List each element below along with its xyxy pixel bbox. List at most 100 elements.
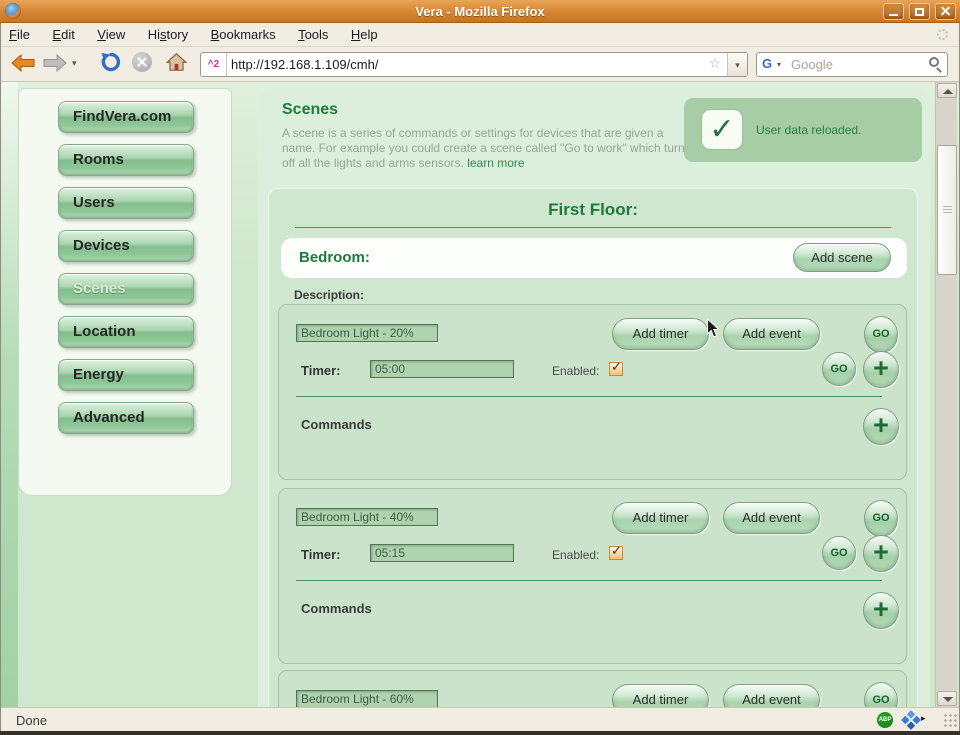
sidebar-item-energy[interactable]: Energy bbox=[58, 359, 194, 391]
timer-label: Timer: bbox=[301, 363, 341, 378]
search-engine-dropdown[interactable]: ▾ bbox=[777, 60, 781, 69]
window-title: Vera - Mozilla Firefox bbox=[0, 4, 960, 19]
add-command-plus-button[interactable]: + bbox=[863, 592, 899, 629]
go-button[interactable]: GO bbox=[864, 316, 898, 353]
commands-label: Commands bbox=[301, 601, 372, 616]
add-timer-button[interactable]: Add timer bbox=[612, 318, 709, 350]
google-logo-icon: G bbox=[762, 56, 772, 71]
sidebar-item-scenes[interactable]: Scenes bbox=[58, 273, 194, 305]
sidebar-item-location[interactable]: Location bbox=[58, 316, 194, 348]
sidebar-item-rooms[interactable]: Rooms bbox=[58, 144, 194, 176]
scroll-down-icon bbox=[943, 697, 953, 702]
window-left-border bbox=[0, 23, 1, 731]
enabled-checkbox[interactable]: ✓ bbox=[609, 546, 623, 560]
title-bar: Vera - Mozilla Firefox bbox=[0, 0, 960, 23]
sidebar-item-advanced[interactable]: Advanced bbox=[58, 402, 194, 434]
checkmark-icon: ✓ bbox=[611, 543, 622, 559]
vertical-scrollbar[interactable] bbox=[935, 82, 957, 707]
menu-edit[interactable]: Edit bbox=[43, 23, 83, 47]
timer-input[interactable] bbox=[370, 544, 514, 562]
url-dropdown-button[interactable]: ▾ bbox=[727, 53, 747, 76]
search-icon[interactable] bbox=[929, 57, 939, 67]
add-timer-plus-button[interactable]: + bbox=[863, 351, 899, 388]
page-title: Scenes bbox=[282, 101, 338, 119]
site-favicon: ^2 bbox=[201, 53, 227, 76]
enabled-label: Enabled: bbox=[552, 364, 599, 378]
menu-bar: File Edit View History Bookmarks Tools H… bbox=[0, 23, 960, 47]
add-event-button[interactable]: Add event bbox=[723, 502, 820, 534]
forward-button[interactable] bbox=[42, 53, 68, 73]
minimize-icon bbox=[889, 14, 898, 16]
add-command-plus-button[interactable]: + bbox=[863, 408, 899, 445]
timer-go-button[interactable]: GO bbox=[822, 536, 856, 570]
page-description: A scene is a series of commands or setti… bbox=[282, 126, 700, 171]
browser-window: { "window": { "title": "Vera - Mozilla F… bbox=[0, 0, 960, 735]
window-resize-grip[interactable] bbox=[943, 713, 957, 727]
timer-input[interactable] bbox=[370, 360, 514, 378]
add-timer-plus-button[interactable]: + bbox=[863, 535, 899, 572]
extension-menu-arrow[interactable]: ▸ bbox=[921, 713, 926, 724]
sidebar-item-findvera[interactable]: FindVera.com bbox=[58, 101, 194, 133]
home-button[interactable] bbox=[166, 52, 187, 72]
floor-divider bbox=[295, 227, 891, 228]
check-icon: ✓ bbox=[701, 109, 743, 150]
adblock-plus-icon[interactable]: ABP bbox=[877, 712, 893, 728]
go-button[interactable]: GO bbox=[864, 500, 898, 537]
reload-button[interactable] bbox=[100, 51, 122, 73]
scrollbar-grip bbox=[943, 206, 952, 214]
stop-button[interactable] bbox=[132, 52, 152, 72]
search-input[interactable] bbox=[791, 55, 921, 74]
scroll-up-button[interactable] bbox=[937, 83, 957, 98]
add-timer-button[interactable]: Add timer bbox=[612, 684, 709, 707]
main-panel: Scenes A scene is a series of commands o… bbox=[258, 88, 930, 707]
maximize-button[interactable] bbox=[909, 3, 930, 20]
card-divider bbox=[296, 580, 882, 581]
room-header: Bedroom: Add scene bbox=[281, 238, 907, 278]
enabled-label: Enabled: bbox=[552, 548, 599, 562]
menu-bookmarks[interactable]: Bookmarks bbox=[202, 23, 285, 47]
notification-text: User data reloaded. bbox=[756, 123, 861, 137]
floor-title: First Floor: bbox=[269, 200, 917, 220]
page-left-edge bbox=[0, 82, 18, 707]
sidebar-item-devices[interactable]: Devices bbox=[58, 230, 194, 262]
menu-tools[interactable]: Tools bbox=[289, 23, 337, 47]
scene-name-input[interactable] bbox=[296, 690, 438, 707]
back-button[interactable] bbox=[10, 53, 36, 73]
menu-view[interactable]: View bbox=[88, 23, 134, 47]
search-box[interactable]: G ▾ bbox=[756, 52, 948, 77]
enabled-checkbox[interactable]: ✓ bbox=[609, 362, 623, 376]
scroll-down-button[interactable] bbox=[937, 691, 957, 706]
scrollbar-thumb[interactable] bbox=[937, 145, 957, 275]
history-dropdown-chevron[interactable]: ▾ bbox=[72, 58, 77, 69]
room-title: Bedroom: bbox=[299, 249, 370, 266]
learn-more-link[interactable]: learn more bbox=[467, 156, 524, 170]
menu-history[interactable]: History bbox=[139, 23, 197, 47]
menu-file[interactable]: File bbox=[0, 23, 39, 47]
card-divider bbox=[296, 396, 882, 397]
scene-name-input[interactable] bbox=[296, 508, 438, 526]
window-bottom-border bbox=[0, 731, 960, 735]
go-button[interactable]: GO bbox=[864, 682, 898, 707]
close-button[interactable] bbox=[935, 3, 956, 20]
menu-help[interactable]: Help bbox=[342, 23, 387, 47]
add-scene-button[interactable]: Add scene bbox=[793, 243, 891, 272]
scene-name-input[interactable] bbox=[296, 324, 438, 342]
commands-label: Commands bbox=[301, 417, 372, 432]
status-bar: Done ABP ▸ bbox=[0, 707, 960, 731]
status-text: Done bbox=[16, 713, 47, 728]
timer-go-button[interactable]: GO bbox=[822, 352, 856, 386]
url-bar[interactable]: ^2 ☆ ▾ bbox=[200, 52, 748, 77]
add-event-button[interactable]: Add event bbox=[723, 318, 820, 350]
notification-banner: ✓ User data reloaded. bbox=[684, 98, 922, 162]
add-timer-button[interactable]: Add timer bbox=[612, 502, 709, 534]
timer-label: Timer: bbox=[301, 547, 341, 562]
scene-card: Add timer Add event GO Timer: Enabled: ✓… bbox=[278, 488, 907, 664]
add-event-button[interactable]: Add event bbox=[723, 684, 820, 707]
sidebar-item-users[interactable]: Users bbox=[58, 187, 194, 219]
url-input[interactable] bbox=[231, 54, 671, 75]
navigation-toolbar: ▾ ^2 ☆ ▾ G ▾ bbox=[0, 47, 960, 82]
extension-icon[interactable] bbox=[901, 710, 921, 730]
minimize-button[interactable] bbox=[883, 3, 904, 20]
bookmark-star-icon[interactable]: ☆ bbox=[708, 55, 721, 72]
checkmark-icon: ✓ bbox=[611, 359, 622, 375]
